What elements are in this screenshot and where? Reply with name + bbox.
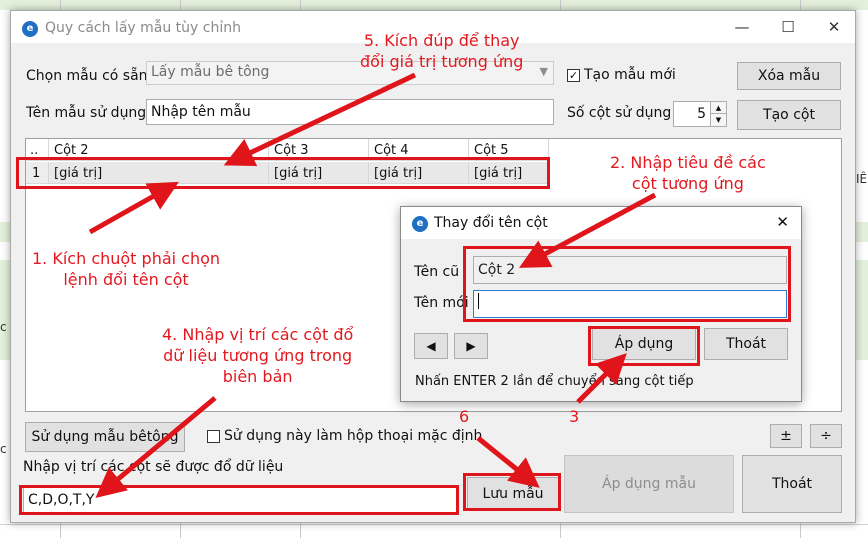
row-index: 1 — [26, 162, 49, 184]
delete-template-button[interactable]: Xóa mẫu — [737, 62, 841, 90]
dialog-app-icon: e — [412, 216, 428, 232]
positions-input[interactable]: C,D,O,T,Y — [23, 487, 459, 513]
positions-label: Nhập vị trí các cột sẽ được đổ dữ liệu — [23, 459, 284, 475]
annotation-step2: 2. Nhập tiêu đề các cột tương ứng — [610, 153, 766, 193]
columns-count-label: Số cột sử dụng — [567, 105, 672, 121]
stepper-up-icon[interactable]: ▲ — [710, 102, 726, 114]
old-name-field: Cột 2 — [473, 256, 787, 284]
new-template-checkbox-label: Tạo mẫu mới — [584, 67, 676, 83]
stepper-down-icon[interactable]: ▼ — [710, 114, 726, 126]
template-select-value: Lấy mẫu bê tông — [151, 64, 270, 80]
row-header-corner: .. — [26, 139, 49, 161]
bg-fragment: c — [0, 320, 7, 334]
default-dialog-checkbox-label: Sử dụng này làm hộp thoại mặc định — [224, 428, 483, 444]
bg-fragment: c — [0, 442, 7, 456]
table-cell[interactable]: [giá trị] — [49, 162, 269, 184]
window-title: Quy cách lấy mẫu tùy chỉnh — [45, 20, 241, 36]
template-name-label: Tên mẫu sử dụng — [26, 105, 147, 121]
dialog-title: Thay đổi tên cột — [434, 215, 548, 231]
annotation-step3: 3 — [569, 407, 580, 426]
dialog-exit-button[interactable]: Thoát — [704, 328, 788, 360]
dialog-title-bar: e Thay đổi tên cột ✕ — [401, 207, 801, 239]
apply-template-button[interactable]: Áp dụng mẫu — [564, 455, 734, 513]
next-column-button[interactable]: ▶ — [454, 333, 488, 359]
old-name-label: Tên cũ — [414, 264, 460, 280]
dialog-apply-button[interactable]: Áp dụng — [592, 328, 696, 360]
app-icon: e — [22, 21, 38, 37]
template-label: Chọn mẫu có sẵn — [26, 68, 148, 84]
maximize-button[interactable]: ☐ — [765, 11, 811, 43]
save-template-button[interactable]: Lưu mẫu — [467, 477, 559, 511]
minimize-button[interactable]: — — [719, 11, 765, 43]
text-cursor — [478, 293, 479, 309]
annotation-step1: 1. Kích chuột phải chọn lệnh đổi tên cột — [32, 249, 221, 289]
dialog-hint: Nhấn ENTER 2 lần để chuyển sang cột tiếp — [415, 374, 694, 389]
annotation-step4: 4. Nhập vị trí các cột đổ dữ liệu tương ứ… — [162, 325, 354, 386]
create-columns-button[interactable]: Tạo cột — [737, 100, 841, 130]
annotation-step6: 6 — [459, 407, 470, 426]
new-name-input[interactable] — [473, 290, 787, 318]
annotation-step5: 5. Kích đúp để thay đổi giá trị tương ứng — [360, 31, 524, 71]
close-button[interactable]: ✕ — [811, 11, 857, 43]
table-cell[interactable]: [giá trị] — [269, 162, 369, 184]
new-name-label: Tên mới — [414, 295, 469, 311]
default-dialog-checkbox[interactable] — [207, 430, 220, 443]
template-name-input[interactable]: Nhập tên mẫu — [146, 99, 554, 125]
divide-button[interactable]: ÷ — [810, 424, 842, 448]
use-concrete-template-button[interactable]: Sử dụng mẫu bêtông — [25, 422, 185, 452]
bg-fragment: IÊ — [856, 172, 868, 186]
new-template-checkbox[interactable]: ✓ — [567, 69, 580, 82]
column-header[interactable]: Cột 4 — [369, 139, 469, 161]
column-header[interactable]: Cột 5 — [469, 139, 549, 161]
table-cell[interactable]: [giá trị] — [369, 162, 469, 184]
plus-minus-button[interactable]: ± — [770, 424, 802, 448]
columns-count-value: 5 — [697, 106, 706, 122]
dialog-close-icon[interactable]: ✕ — [776, 213, 789, 231]
column-header[interactable]: Cột 3 — [269, 139, 369, 161]
rename-column-dialog: e Thay đổi tên cột ✕ Tên cũ Cột 2 Tên mớ… — [400, 206, 802, 402]
exit-button[interactable]: Thoát — [742, 455, 842, 513]
columns-count-stepper[interactable]: 5 ▲ ▼ — [673, 101, 727, 127]
column-header[interactable]: Cột 2 — [49, 139, 269, 161]
chevron-down-icon: ▼ — [539, 65, 548, 78]
previous-column-button[interactable]: ◀ — [414, 333, 448, 359]
table-cell[interactable]: [giá trị] — [469, 162, 549, 184]
